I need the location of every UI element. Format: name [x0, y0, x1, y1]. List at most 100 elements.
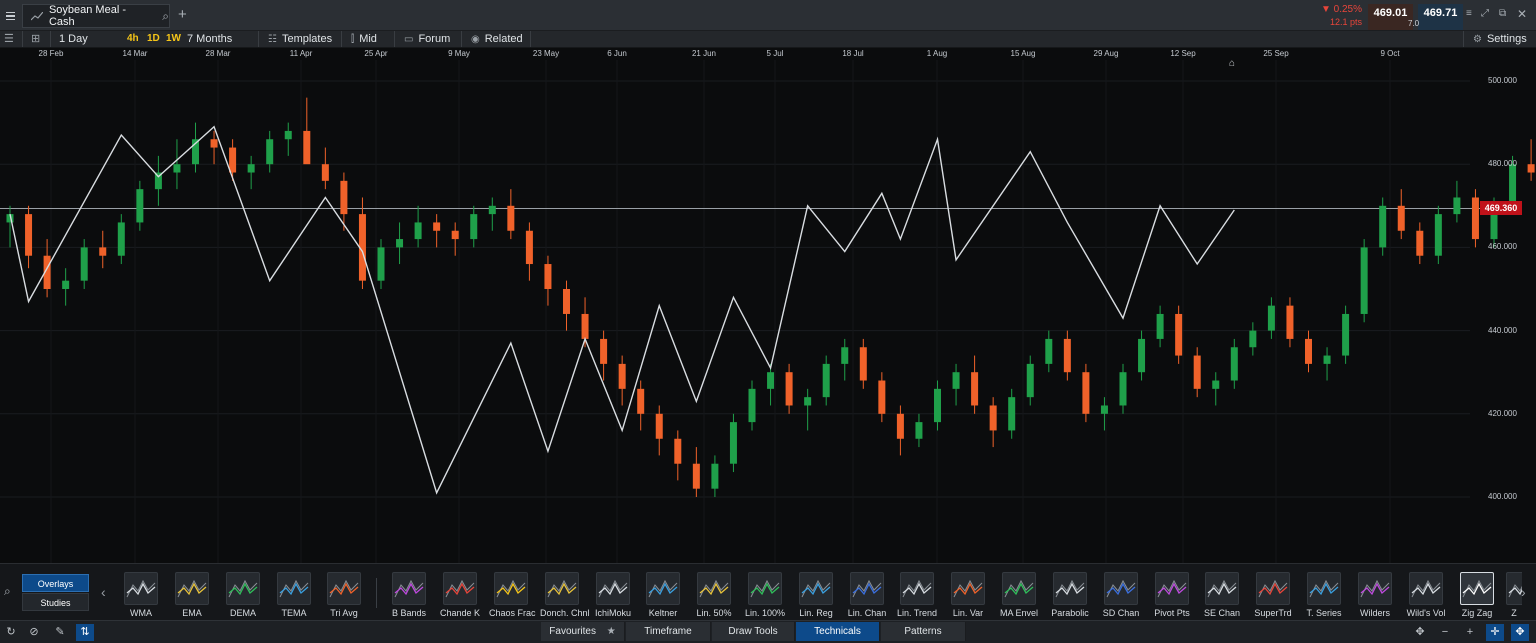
indicator-z[interactable]: Z [1506, 572, 1522, 620]
zoom-out-icon[interactable]: − [1436, 624, 1454, 641]
price-chart[interactable]: 28 Feb 14 Mar 28 Mar 11 Apr 25 Apr 9 May 23 Ma… [0, 48, 1536, 563]
indicator-tri-avg[interactable]: Tri Avg [322, 572, 366, 620]
candle-body [563, 289, 570, 314]
indicator-label: Lin. Var [952, 608, 984, 618]
candle-body [488, 205, 496, 215]
indicator-wma[interactable]: WMA [119, 572, 163, 620]
interval-1w-button[interactable]: 1W [166, 31, 181, 47]
expand-icon[interactable]: ⤢ [1481, 8, 1489, 20]
indicator-wilders[interactable]: Wilders [1353, 572, 1397, 620]
interval-4h-button[interactable]: 4h [127, 31, 139, 47]
indicator-lin-reg[interactable]: Lin. Reg [794, 572, 838, 620]
indicator-dema[interactable]: DEMA [221, 572, 265, 620]
indicator-lin-100[interactable]: Lin. 100% [743, 572, 787, 620]
indicator-thumbnail-icon [175, 572, 209, 605]
close-icon[interactable]: ✕ [1517, 8, 1527, 20]
range-select[interactable]: 7 Months [187, 31, 232, 47]
candle-body [637, 388, 645, 414]
tab-draw-tools[interactable]: Draw Tools [712, 622, 795, 641]
fit-icon[interactable]: ✥ [1511, 624, 1529, 641]
interval-select[interactable]: 1 Day [50, 31, 120, 47]
instrument-tab[interactable]: Soybean Meal - Cash ⌕ [22, 4, 170, 28]
candle-body [321, 164, 329, 181]
gear-icon: ⚙ [1473, 34, 1482, 45]
title-bar: Soybean Meal - Cash ⌕ + ▼ 0.25% 12.1 pts… [0, 0, 1536, 31]
settings-button[interactable]: ⚙ Settings [1463, 31, 1527, 47]
indicator-label: B Bands [391, 608, 427, 618]
candle-body [1008, 397, 1016, 431]
indicator-label: T. Series [1306, 608, 1342, 618]
indicator-label: MA Envel [999, 608, 1039, 618]
candle-body [1212, 380, 1220, 389]
crosshair-move-icon[interactable]: ✥ [1411, 624, 1429, 641]
indicator-b-bands[interactable]: B Bands [387, 572, 431, 620]
candle-body [117, 222, 125, 256]
indicator-thumbnail-icon [850, 572, 884, 605]
candle-body [247, 164, 255, 173]
indicator-zig-zag[interactable]: Zig Zag [1455, 572, 1499, 620]
crosshair-icon[interactable]: ✛ [1486, 624, 1504, 641]
overlays-tab[interactable]: Overlays [22, 574, 89, 592]
search-icon[interactable]: ⌕ [4, 584, 11, 599]
candle-body [340, 180, 348, 215]
indicator-parabolic[interactable]: Parabolic [1048, 572, 1092, 620]
tab-favourites[interactable]: Favourites ★ [541, 622, 625, 641]
indicator-sd-chan[interactable]: SD Chan [1099, 572, 1143, 620]
tab-patterns[interactable]: Patterns [881, 622, 966, 641]
event-marker-icon[interactable]: ⌂ [1229, 59, 1239, 69]
cancel-icon[interactable]: ⊘ [25, 624, 43, 641]
indicator-lin-trend[interactable]: Lin. Trend [895, 572, 939, 620]
chevron-right-icon[interactable]: › [1521, 584, 1526, 600]
indicator-lin-var[interactable]: Lin. Var [946, 572, 990, 620]
indicator-label: IchiMoku [594, 608, 631, 618]
related-button[interactable]: ◉ Related [461, 31, 523, 47]
interval-1d-button[interactable]: 1D [147, 31, 160, 47]
mid-button[interactable]: ⫿ Mid [341, 31, 377, 47]
sort-icon[interactable]: ⇅ [76, 624, 94, 641]
popout-icon[interactable]: ⧉ [1499, 8, 1506, 20]
templates-button[interactable]: ☷ Templates [258, 31, 332, 47]
layout-grid-icon[interactable]: ⊞ [22, 31, 40, 47]
refresh-icon[interactable]: ↻ [2, 624, 20, 641]
indicator-thumbnail-icon [900, 572, 934, 605]
tab-technicals[interactable]: Technicals [796, 622, 880, 641]
indicator-tema[interactable]: TEMA [272, 572, 316, 620]
search-icon[interactable]: ⌕ [162, 9, 169, 24]
indicator-label: Z [1511, 608, 1517, 618]
candle-body [1379, 205, 1387, 248]
bid-price-button[interactable]: 469.01 [1368, 4, 1413, 30]
price-tick-label: 500.000 [1488, 76, 1517, 85]
indicator-chaos-frac[interactable]: Chaos Frac [489, 572, 536, 620]
studies-tab[interactable]: Studies [22, 593, 89, 611]
indicator-ema[interactable]: EMA [170, 572, 214, 620]
zoom-in-icon[interactable]: + [1461, 624, 1479, 641]
chevron-left-icon[interactable]: ‹ [101, 584, 106, 600]
list-icon[interactable]: ☰ [4, 31, 14, 47]
add-tab-icon[interactable]: + [178, 7, 187, 22]
indicator-se-chan[interactable]: SE Chan [1200, 572, 1244, 620]
indicator-supertrd[interactable]: SuperTrd [1251, 572, 1295, 620]
menu-icon[interactable] [0, 4, 20, 28]
indicator-pivot-pts[interactable]: Pivot Pts [1150, 572, 1194, 620]
candle-body [377, 247, 385, 281]
indicator-lin-chan[interactable]: Lin. Chan [845, 572, 889, 620]
line-chart-icon [31, 11, 43, 20]
indicator-wild-s-vol[interactable]: Wild's Vol [1404, 572, 1448, 620]
ask-price-button[interactable]: 469.71 [1418, 4, 1463, 30]
tab-timeframe[interactable]: Timeframe [626, 622, 711, 641]
indicator-ma-envel[interactable]: MA Envel [997, 572, 1041, 620]
price-tick-label: 480.000 [1488, 159, 1517, 169]
candle-body [1230, 347, 1238, 381]
candle-body [767, 372, 775, 389]
indicator-ichimoku[interactable]: IchiMoku [591, 572, 635, 620]
forum-button[interactable]: ▭ Forum [394, 31, 450, 47]
panel-toggle-icon[interactable]: ≡ [1466, 8, 1472, 20]
pencil-icon[interactable]: ✎ [51, 624, 69, 641]
indicator-t-series[interactable]: T. Series [1302, 572, 1346, 620]
indicator-lin-50[interactable]: Lin. 50% [692, 572, 736, 620]
indicator-keltner[interactable]: Keltner [641, 572, 685, 620]
bars-icon: ⫿ [351, 34, 355, 45]
indicator-chande-k[interactable]: Chande K [438, 572, 482, 620]
zigzag-overlay-line [9, 125, 1235, 495]
indicator-donch-chnl[interactable]: Donch. Chnl [540, 572, 590, 620]
